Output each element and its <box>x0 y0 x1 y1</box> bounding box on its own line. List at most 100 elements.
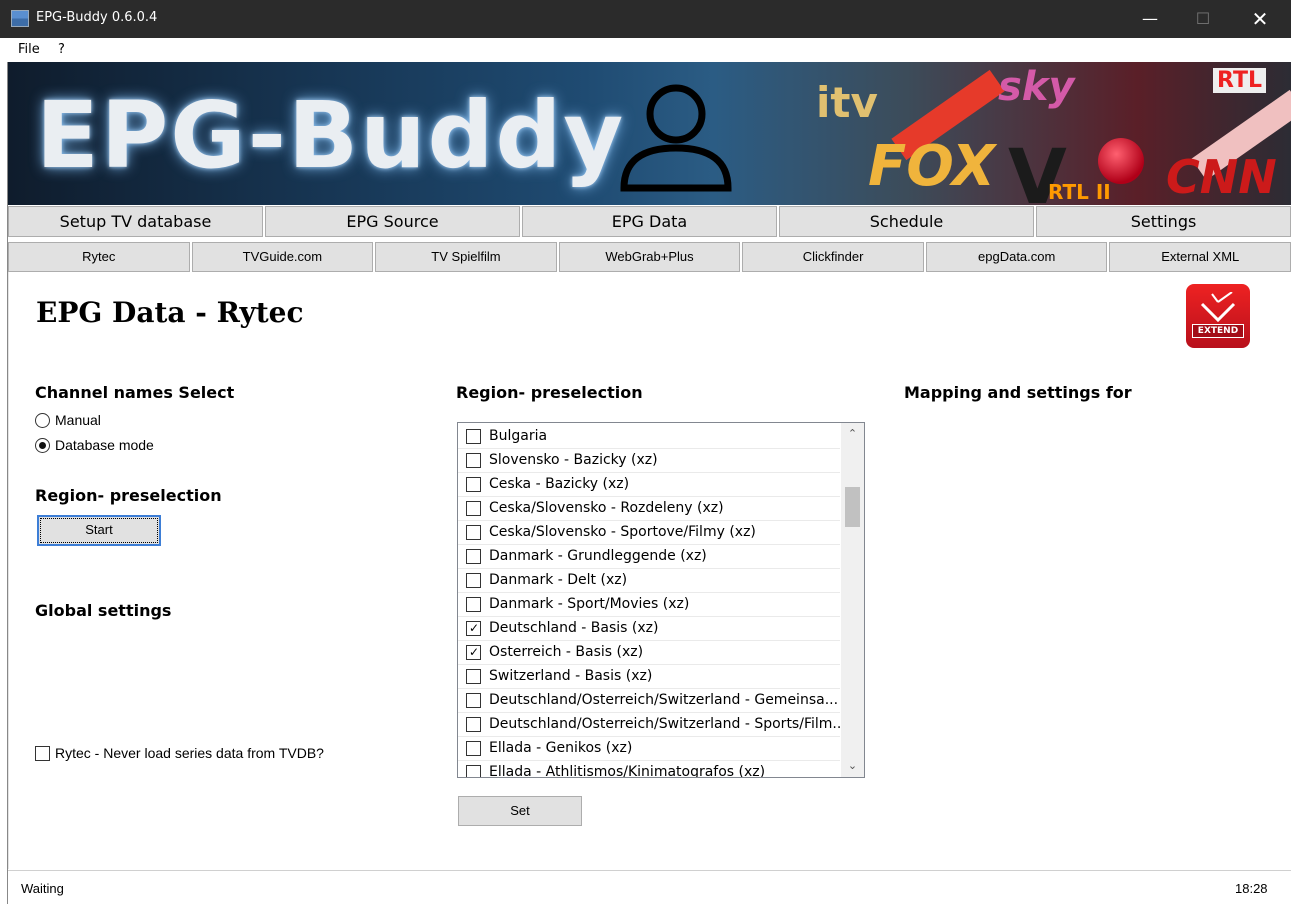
list-item[interactable]: Ceska - Bazicky (xz) <box>458 473 840 497</box>
list-item[interactable]: Ellada - Athlitismos/Kinimatografos (xz) <box>458 761 840 777</box>
item-label: Ceska - Bazicky (xz) <box>489 476 630 492</box>
radio-manual-label: Manual <box>55 412 101 428</box>
item-checkbox[interactable] <box>466 717 481 732</box>
status-time: 18:28 <box>1235 881 1268 896</box>
item-label: Ellada - Genikos (xz) <box>489 740 633 756</box>
list-item[interactable]: Deutschland/Osterreich/Switzerland - Gem… <box>458 689 840 713</box>
radio-manual[interactable] <box>35 413 50 428</box>
list-item[interactable]: Ceska/Slovensko - Sportove/Filmy (xz) <box>458 521 840 545</box>
channel-names-heading: Channel names Select <box>35 383 235 402</box>
region-preselection-heading: Region- preselection <box>35 486 222 505</box>
status-bar: Waiting 18:28 <box>8 870 1291 904</box>
tab-clickfinder[interactable]: Clickfinder <box>742 242 924 272</box>
status-text: Waiting <box>21 881 64 896</box>
never-load-checkbox[interactable] <box>35 746 50 761</box>
tab-settings[interactable]: Settings <box>1036 206 1291 237</box>
item-checkbox[interactable] <box>466 453 481 468</box>
window-title: EPG-Buddy 0.6.0.4 <box>36 10 158 25</box>
item-checkbox[interactable] <box>466 669 481 684</box>
item-checkbox[interactable] <box>466 573 481 588</box>
tab-epg-data[interactable]: EPG Data <box>522 206 777 237</box>
check-mark-icon: ✓ <box>469 621 480 635</box>
scroll-up-icon[interactable]: ⌃ <box>841 423 864 445</box>
rtl2-logo: RTL II <box>1048 180 1111 204</box>
sky-logo: sky <box>998 64 1075 110</box>
list-item[interactable]: Ellada - Genikos (xz) <box>458 737 840 761</box>
tab-epgdata[interactable]: epgData.com <box>925 242 1108 272</box>
set-button[interactable]: Set <box>458 796 582 826</box>
minimize-button[interactable]: — <box>1127 0 1173 38</box>
main-tabs: Setup TV database EPG Source EPG Data Sc… <box>8 206 1291 237</box>
item-label: Danmark - Delt (xz) <box>489 572 628 588</box>
tv-icon <box>1200 292 1236 322</box>
check-mark-icon: ✓ <box>469 645 480 659</box>
scroll-down-icon[interactable]: ⌄ <box>841 755 864 777</box>
item-checkbox[interactable]: ✓ <box>466 621 481 636</box>
title-bar: EPG-Buddy 0.6.0.4 — ☐ ✕ <box>0 0 1291 38</box>
list-item[interactable]: Danmark - Delt (xz) <box>458 569 840 593</box>
radio-database-mode-label: Database mode <box>55 437 154 453</box>
list-item[interactable]: Bulgaria <box>458 425 840 449</box>
start-button[interactable]: Start <box>37 515 161 546</box>
region-list-heading: Region- preselection <box>456 383 643 402</box>
tab-tvguide[interactable]: TVGuide.com <box>191 242 374 272</box>
item-label: Slovensko - Bazicky (xz) <box>489 452 658 468</box>
tab-external-xml[interactable]: External XML <box>1109 242 1291 272</box>
menu-file[interactable]: File <box>18 42 40 57</box>
extend-button[interactable]: EXTEND <box>1186 284 1250 348</box>
tab-epg-source[interactable]: EPG Source <box>265 206 520 237</box>
list-item[interactable]: Danmark - Grundleggende (xz) <box>458 545 840 569</box>
tab-webgrab-plus[interactable]: WebGrab+Plus <box>558 242 741 272</box>
banner-title: EPG-Buddy <box>36 82 626 189</box>
item-label: Danmark - Sport/Movies (xz) <box>489 596 690 612</box>
rtl-logo: RTL <box>1213 68 1266 93</box>
item-checkbox[interactable] <box>466 765 481 777</box>
close-button[interactable]: ✕ <box>1237 0 1283 38</box>
tab-schedule[interactable]: Schedule <box>779 206 1034 237</box>
item-label: Deutschland/Osterreich/Switzerland - Gem… <box>489 692 839 708</box>
list-item[interactable]: Slovensko - Bazicky (xz) <box>458 449 840 473</box>
list-item[interactable]: Danmark - Sport/Movies (xz) <box>458 593 840 617</box>
never-load-label: Rytec - Never load series data from TVDB… <box>55 745 324 761</box>
item-label: Ceska/Slovensko - Sportove/Filmy (xz) <box>489 524 756 540</box>
list-item[interactable]: Deutschland/Osterreich/Switzerland - Spo… <box>458 713 846 737</box>
menu-help[interactable]: ? <box>58 42 65 57</box>
cnn-logo: CNN <box>1166 150 1277 204</box>
list-item[interactable]: ✓ Osterreich - Basis (xz) <box>458 641 840 665</box>
mapping-heading: Mapping and settings for <box>904 383 1132 402</box>
item-checkbox[interactable] <box>466 525 481 540</box>
item-checkbox[interactable] <box>466 693 481 708</box>
maximize-button[interactable]: ☐ <box>1180 0 1226 38</box>
item-checkbox[interactable] <box>466 549 481 564</box>
extend-label: EXTEND <box>1192 324 1244 338</box>
header-banner: itv FOX sky V RTL CNN RTL II EPG-Buddy <box>8 62 1291 205</box>
scroll-thumb[interactable] <box>845 487 860 527</box>
window-left-edge <box>0 62 8 904</box>
content-panel: EPG Data - Rytec EXTEND Channel names Se… <box>8 272 1291 869</box>
region-checklist[interactable]: Bulgaria Slovensko - Bazicky (xz) Ceska … <box>457 422 865 778</box>
list-item[interactable]: Switzerland - Basis (xz) <box>458 665 840 689</box>
item-checkbox[interactable] <box>466 597 481 612</box>
tab-tv-spielfilm[interactable]: TV Spielfilm <box>375 242 557 272</box>
tab-rytec[interactable]: Rytec <box>8 242 190 272</box>
item-label: Switzerland - Basis (xz) <box>489 668 653 684</box>
item-checkbox[interactable]: ✓ <box>466 645 481 660</box>
user-icon <box>620 84 732 192</box>
item-label: Deutschland - Basis (xz) <box>489 620 659 636</box>
item-checkbox[interactable] <box>466 429 481 444</box>
item-label: Ceska/Slovensko - Rozdeleny (xz) <box>489 500 724 516</box>
item-checkbox[interactable] <box>466 741 481 756</box>
item-checkbox[interactable] <box>466 477 481 492</box>
list-item[interactable]: Ceska/Slovensko - Rozdeleny (xz) <box>458 497 840 521</box>
list-item[interactable]: ✓ Deutschland - Basis (xz) <box>458 617 840 641</box>
fox-logo: FOX <box>868 134 996 199</box>
list-scrollbar[interactable]: ⌃ ⌄ <box>841 423 864 777</box>
item-label: Deutschland/Osterreich/Switzerland - Spo… <box>489 716 846 732</box>
source-tabs: Rytec TVGuide.com TV Spielfilm WebGrab+P… <box>8 242 1291 272</box>
item-label: Bulgaria <box>489 428 548 444</box>
global-settings-heading: Global settings <box>35 601 172 620</box>
item-label: Osterreich - Basis (xz) <box>489 644 644 660</box>
item-checkbox[interactable] <box>466 501 481 516</box>
radio-database-mode[interactable] <box>35 438 50 453</box>
tab-setup-tv-database[interactable]: Setup TV database <box>8 206 263 237</box>
